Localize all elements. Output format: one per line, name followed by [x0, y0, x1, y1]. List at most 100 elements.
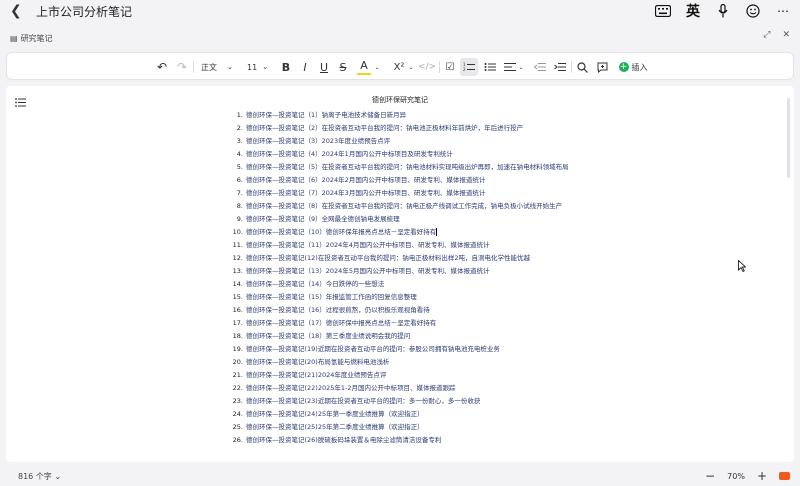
- bullet-list-icon[interactable]: [483, 53, 497, 81]
- list-item[interactable]: 2. 德创环保—投资笔记（2）在投资者互动平台我的提问：钠电池正极材料年前烘炉，年…: [230, 122, 570, 135]
- checkbox-icon[interactable]: ☑: [443, 53, 457, 81]
- outdent-icon[interactable]: [533, 53, 547, 81]
- list-item[interactable]: 4. 德创环保—投资笔记（4）2024年1月国内公开中标项目及研发专利统计: [230, 148, 570, 161]
- list-item-number: 11.: [232, 241, 243, 249]
- list-item[interactable]: 1. 德创环保—投资笔记（1）钠离子电池技术储备日新月异: [230, 109, 570, 122]
- list-item[interactable]: 17. 德创环保—投资笔记（17）德创环保中报亮点总结－坚定看好持有: [230, 317, 570, 330]
- underline-icon[interactable]: U: [317, 53, 331, 81]
- comment-icon[interactable]: [595, 53, 609, 81]
- keyboard-icon[interactable]: [654, 2, 672, 20]
- list-item[interactable]: 14. 德创环保—投资笔记（14）今日跌停的一些想法: [230, 278, 570, 291]
- list-item[interactable]: 20. 德创环保—投资笔记(20)布局氢能与燃料电池浅析: [230, 356, 570, 369]
- word-count-label: 816 个字: [18, 471, 52, 481]
- font-size-select[interactable]: 11 ⌄: [247, 53, 277, 81]
- list-item[interactable]: 11. 德创环保—投资笔记（11）2024年4月国内公开中标项目、研发专利、媒体报…: [230, 239, 570, 252]
- list-item-text: 德创环保—投资笔记（2）在投资者互动平台我的提问：钠电池正极材料年前烘炉，年后进…: [246, 124, 524, 132]
- document-title: 德创环保研究笔记: [372, 96, 428, 104]
- chevron-down-icon[interactable]: ⌄: [517, 53, 525, 81]
- zoom-out-button[interactable]: −: [705, 469, 715, 483]
- list-item[interactable]: 23. 德创环保—投资笔记(23)近期在投资者互动平台的提问：多一份耐心，多一份收…: [230, 395, 570, 408]
- mouse-cursor-icon: [738, 260, 746, 272]
- ime-language-toggle[interactable]: 英: [684, 2, 702, 20]
- scrollbar[interactable]: [787, 98, 790, 178]
- formatting-toolbar: ↶ ↷ 正文 ⌄ 11 ⌄ B I U S A ⌄ X² ⌄ </> ☑ 12 ⌄ …: [6, 52, 794, 80]
- align-icon[interactable]: [503, 53, 517, 81]
- list-item-text: 德创环保—投资笔记（9）全网最全德创钠电发展梳理: [246, 215, 400, 223]
- chevron-down-icon[interactable]: ⌄: [373, 53, 381, 81]
- superscript-icon[interactable]: X²: [391, 53, 407, 81]
- list-item-number: 14.: [232, 280, 243, 288]
- list-item-text: 德创环保—投资笔记（11）2024年4月国内公开中标项目、研发专利、媒体报道统计: [246, 241, 490, 249]
- bold-icon[interactable]: B: [279, 53, 293, 81]
- zoom-in-button[interactable]: +: [757, 469, 767, 483]
- list-item-text: 德创环保—投资笔记(23)近期在投资者互动平台的提问：多一份耐心，多一份收获: [246, 397, 481, 405]
- close-icon[interactable]: ✕: [782, 30, 790, 40]
- list-item-number: 26.: [232, 436, 243, 444]
- list-item-number: 8.: [236, 202, 243, 210]
- list-item[interactable]: 22. 德创环保—投资笔记(22)2025年1-2月国内公开中标项目、媒体报道跟踪: [230, 382, 570, 395]
- document-icon: ▤: [10, 33, 18, 43]
- microphone-icon[interactable]: [714, 2, 732, 20]
- list-item[interactable]: 3. 德创环保—投资笔记（3）2023年度业绩预告点评: [230, 135, 570, 148]
- list-item-number: 16.: [232, 306, 243, 314]
- list-item[interactable]: 8. 德创环保—投资笔记（8）在投资者互动平台我的提问：钠电正极产线调试工作完成，…: [230, 200, 570, 213]
- list-item-number: 21.: [232, 371, 243, 379]
- list-item-number: 9.: [236, 215, 243, 223]
- list-item[interactable]: 10. 德创环保—投资笔记（10）德创环保年报亮点总结－坚定看好持有: [230, 226, 570, 239]
- list-item-text: 德创环保—投资笔记(25)25年第二季度业绩推算（欢迎指正）: [246, 423, 424, 431]
- list-item[interactable]: 9. 德创环保—投资笔记（9）全网最全德创钠电发展梳理: [230, 213, 570, 226]
- chevron-down-icon: ⌄: [227, 63, 233, 71]
- list-item-text: 德创环保—投资笔记（10）德创环保年报亮点总结－坚定看好持有: [246, 228, 437, 236]
- list-item[interactable]: 26. 德创环保—投资笔记(26)脱硫板码垛装置＆电除尘滤筒清洁设备专利: [230, 434, 570, 447]
- indent-icon[interactable]: [553, 53, 567, 81]
- list-item[interactable]: 15. 德创环保—投资笔记（15）年报监管工作函的回复信息整理: [230, 291, 570, 304]
- list-item[interactable]: 24. 德创环保—投资笔记(24)25年第一季度业绩推算（欢迎指正）: [230, 408, 570, 421]
- list-item[interactable]: 6. 德创环保—投资笔记（6）2024年2月国内公开中标项目、研发专利、媒体报道统…: [230, 174, 570, 187]
- list-item[interactable]: 21. 德创环保—投资笔记(21)2024年度业绩预告点评: [230, 369, 570, 382]
- list-item[interactable]: 16. 德创环保一投资笔记（16）过程很煎熬，仍以积极乐观视角看待: [230, 304, 570, 317]
- list-item-text: 德创环保—投资笔记(12)在投资者互动平台我的提问：钠电正极材料出样2吨，自测电…: [246, 254, 530, 262]
- list-item-number: 22.: [232, 384, 243, 392]
- more-icon[interactable]: ⋯: [774, 2, 792, 20]
- status-bar: 816 个字 ⌄ − 70% +: [0, 466, 800, 486]
- chevron-down-icon[interactable]: ⌄: [407, 53, 415, 81]
- code-icon[interactable]: </>: [418, 53, 436, 81]
- list-item-number: 10.: [232, 228, 243, 236]
- list-item-number: 3.: [236, 137, 243, 145]
- document-tab-label[interactable]: 研究笔记: [21, 33, 53, 44]
- numbered-list-icon[interactable]: 12: [460, 58, 478, 76]
- list-item-text: 德创环保—投资笔记（18）第三季度业绩说明会我的提问: [246, 332, 411, 340]
- list-item[interactable]: 7. 德创环保—投资笔记（7）2024年3月国内公开中标项目、研发专利、媒体报道统…: [230, 187, 570, 200]
- app-badge-icon[interactable]: [779, 472, 790, 480]
- list-item-text: 德创环保—投资笔记（6）2024年2月国内公开中标项目、研发专利、媒体报道统计: [246, 176, 486, 184]
- list-item-number: 18.: [232, 332, 243, 340]
- strikethrough-icon[interactable]: S: [336, 53, 350, 81]
- zoom-level: 70%: [727, 471, 745, 481]
- paragraph-style-select[interactable]: 正文 ⌄: [201, 53, 241, 81]
- list-item[interactable]: 5. 德创环保—投资笔记（5）在投资者互动平台我的提问：钠电池材料实现吨级出炉再即…: [230, 161, 570, 174]
- undo-icon[interactable]: ↶: [155, 53, 169, 81]
- list-item[interactable]: 13. 德创环保—投资笔记（13）2024年5月国内公开中标项目、研发专利、媒体报…: [230, 265, 570, 278]
- list-item-text: 德创环保—投资笔记(22)2025年1-2月国内公开中标项目、媒体报道跟踪: [246, 384, 456, 392]
- list-item-number: 2.: [236, 124, 243, 132]
- list-item[interactable]: 25. 德创环保—投资笔记(25)25年第二季度业绩推算（欢迎指正）: [230, 421, 570, 434]
- list-item[interactable]: 12. 德创环保—投资笔记(12)在投资者互动平台我的提问：钠电正极材料出样2吨，…: [230, 252, 570, 265]
- list-item-number: 15.: [232, 293, 243, 301]
- back-arrow-icon[interactable]: ❮: [10, 0, 24, 22]
- list-item[interactable]: 19. 德创环保—投资笔记(19)近期在投资者互动平台的提问：参股公司拥有钠电池充…: [230, 343, 570, 356]
- search-icon[interactable]: [575, 53, 589, 81]
- emoji-icon[interactable]: [744, 2, 762, 20]
- document-editor[interactable]: 德创环保研究笔记 1. 德创环保—投资笔记（1）钠离子电池技术储备日新月异 2. 德创…: [6, 86, 794, 462]
- word-count[interactable]: 816 个字 ⌄: [18, 471, 61, 482]
- redo-icon[interactable]: ↷: [175, 53, 189, 81]
- text-cursor: [436, 228, 438, 236]
- collapse-icon[interactable]: ⤢: [763, 30, 770, 40]
- toolbar-divider: [571, 61, 572, 73]
- italic-icon[interactable]: I: [298, 53, 312, 81]
- list-item-text: 德创环保—投资笔记（15）年报监管工作函的回复信息整理: [246, 293, 417, 301]
- tab-controls: ⤢ ✕: [763, 30, 790, 40]
- insert-button[interactable]: + 插入: [613, 53, 653, 81]
- list-item-text: 德创环保—投资笔记（3）2023年度业绩预告点评: [246, 137, 391, 145]
- highlight-color-icon[interactable]: A: [357, 57, 371, 75]
- list-item[interactable]: 18. 德创环保—投资笔记（18）第三季度业绩说明会我的提问: [230, 330, 570, 343]
